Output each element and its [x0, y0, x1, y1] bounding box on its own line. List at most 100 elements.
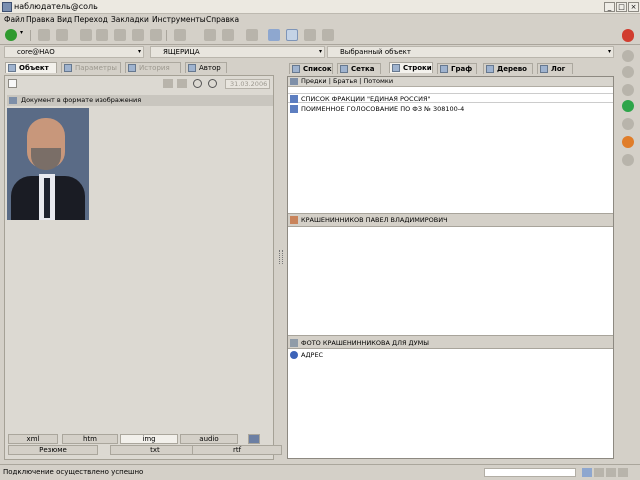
author-icon [188, 64, 196, 72]
tree-icon [486, 65, 494, 73]
list-icon [290, 95, 298, 103]
tab-history[interactable]: История [125, 62, 181, 73]
person-header-label: КРАШЕНИННИКОВ ПАВЕЛ ВЛАДИМИРОВИЧ [301, 216, 448, 224]
cut-icon[interactable] [38, 29, 50, 41]
undo-icon[interactable] [80, 29, 92, 41]
tab-object[interactable]: Объект [5, 62, 57, 73]
paste-icon[interactable] [132, 29, 144, 41]
tab-xml[interactable]: xml [8, 434, 58, 444]
document-type-label: Документ в формате изображения [21, 96, 142, 104]
tab-audio[interactable]: audio [180, 434, 238, 444]
tab-rows[interactable]: Строки [389, 62, 433, 73]
attach-icon[interactable] [622, 154, 634, 166]
menu-help[interactable]: Справка [206, 15, 239, 26]
circle-icon[interactable] [622, 118, 634, 130]
copy-icon[interactable] [56, 29, 68, 41]
splitter-handle[interactable] [279, 250, 283, 264]
details-icon[interactable] [286, 29, 298, 41]
forward-icon[interactable] [622, 66, 634, 78]
info-icon [618, 468, 628, 477]
tab-grid[interactable]: Сетка [337, 63, 381, 74]
tab-rows-label: Строки [403, 64, 432, 72]
export-icon[interactable] [222, 29, 234, 41]
unlink-icon[interactable] [322, 29, 334, 41]
move-icon[interactable] [114, 29, 126, 41]
progress-bar [484, 468, 576, 477]
tab-txt[interactable]: txt [110, 445, 200, 455]
image-icon [9, 97, 17, 104]
tab-txt-label: txt [150, 446, 160, 454]
maximize-button[interactable]: □ [616, 2, 627, 12]
image-icon [290, 339, 298, 347]
menu-bookmarks[interactable]: Закладки [111, 15, 149, 26]
tab-htm[interactable]: htm [62, 434, 118, 444]
tab-resume[interactable]: Резюме [8, 445, 98, 455]
home-icon[interactable] [622, 136, 634, 148]
tab-list-label: Список [303, 65, 332, 73]
save-icon[interactable] [177, 79, 187, 88]
tab-tree[interactable]: Дерево [483, 63, 533, 74]
zoom-out-icon[interactable] [208, 79, 217, 88]
selected-object-combo[interactable]: Выбранный объект ▾ [327, 46, 614, 58]
tab-author[interactable]: Автор [185, 62, 227, 73]
tab-tree-label: Дерево [497, 65, 527, 73]
tab-rtf-label: rtf [232, 446, 242, 454]
document-icon[interactable] [204, 29, 216, 41]
object-combo[interactable]: ЯЩЕРИЦА ▾ [150, 46, 325, 58]
tab-audio-label: audio [199, 435, 219, 443]
parameters-icon [64, 64, 72, 72]
link-icon[interactable] [304, 29, 316, 41]
tab-parameters[interactable]: Параметры [61, 62, 121, 73]
person-icon [290, 216, 298, 224]
list-icon [292, 65, 300, 73]
tab-list[interactable]: Список [289, 63, 333, 74]
tab-log[interactable]: Лог [537, 63, 573, 74]
object-icon [8, 64, 16, 72]
help-icon[interactable] [248, 434, 260, 444]
relations-header: Предки | Братья | Потомки [288, 77, 613, 87]
add-icon[interactable] [5, 29, 17, 41]
menu-view[interactable]: Вид [57, 15, 72, 26]
title-bar: наблюдатель@соль _ □ × [0, 0, 640, 14]
menu-edit[interactable]: Правка [26, 15, 55, 26]
connection-combo[interactable]: core@НАО ▾ [4, 46, 144, 58]
chevron-down-icon[interactable]: ▾ [20, 29, 26, 41]
tab-xml-label: xml [26, 435, 40, 443]
list-icon [290, 105, 298, 113]
graph-icon [440, 65, 448, 73]
photo-tie [44, 178, 50, 218]
list-item[interactable]: ПОИМЕННОЕ ГОЛОСОВАНИЕ ПО ФЗ № 308100-4 [288, 104, 613, 114]
chevron-down-icon: ▾ [137, 48, 141, 55]
redo-icon[interactable] [96, 29, 108, 41]
menu-file[interactable]: Файл [4, 15, 25, 26]
status-text: Подключение осуществлено успешно [3, 468, 144, 476]
minimize-button[interactable]: _ [604, 2, 615, 12]
stop-icon[interactable] [622, 30, 634, 42]
history-icon [128, 64, 136, 72]
connection-value: core@НАО [17, 48, 55, 56]
tab-rtf[interactable]: rtf [192, 445, 282, 455]
open-icon[interactable] [163, 79, 173, 88]
check-icon[interactable] [622, 100, 634, 112]
chevron-down-icon: ▾ [318, 48, 322, 55]
date-field[interactable]: 31.03.2006 [225, 79, 270, 89]
zoom-in-icon[interactable] [193, 79, 202, 88]
list-item[interactable]: АДРЕС [288, 350, 613, 360]
print-icon[interactable] [246, 29, 258, 41]
grid-icon[interactable] [174, 29, 186, 41]
tab-img[interactable]: img [120, 434, 178, 444]
list-item[interactable]: СПИСОК ФРАКЦИИ "ЕДИНАЯ РОССИЯ" [288, 93, 613, 103]
left-panel: 31.03.2006 Документ в формате изображени… [4, 75, 274, 460]
refresh-icon[interactable] [622, 84, 634, 96]
new-document-icon[interactable] [8, 79, 17, 88]
back-icon[interactable] [622, 50, 634, 62]
close-button[interactable]: × [628, 2, 639, 12]
menu-go[interactable]: Переход [74, 15, 108, 26]
menu-tools[interactable]: Инструменты [152, 15, 206, 26]
chevron-down-icon: ▾ [607, 48, 611, 55]
save-icon[interactable] [150, 29, 162, 41]
person-photo [7, 108, 89, 220]
selected-object-value: Выбранный объект [340, 48, 411, 56]
tab-graph[interactable]: Граф [437, 63, 477, 74]
view-icon[interactable] [268, 29, 280, 41]
